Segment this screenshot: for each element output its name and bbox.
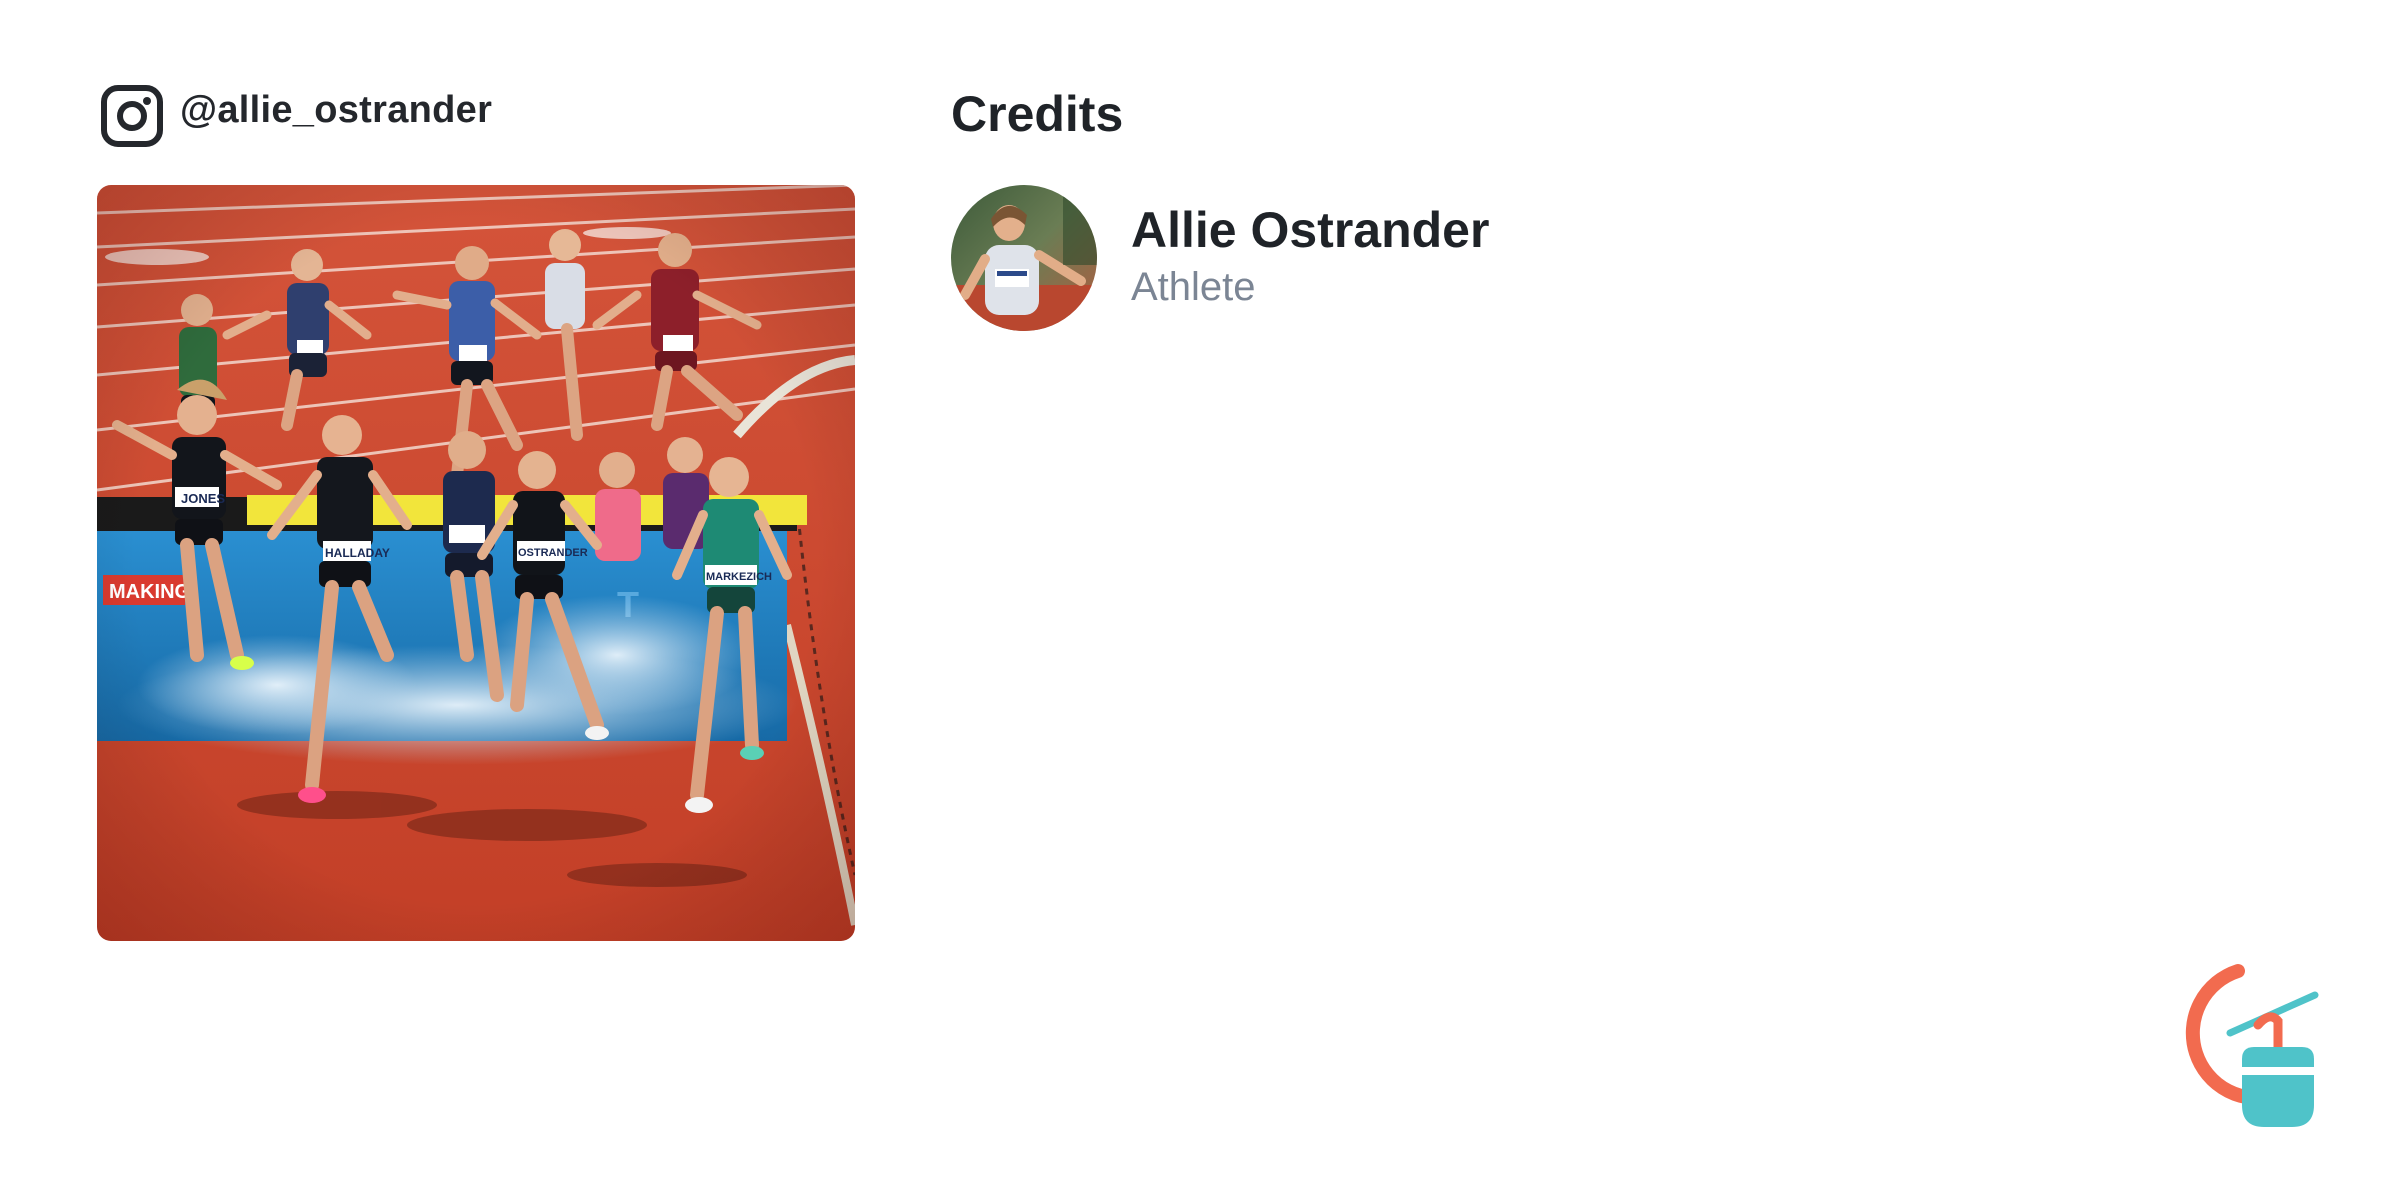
credit-name[interactable]: Allie Ostrander bbox=[1131, 200, 1489, 260]
credit-role: Athlete bbox=[1131, 265, 1256, 309]
credit-person[interactable]: Allie Ostrander Athlete bbox=[951, 185, 1489, 331]
athlete-avatar[interactable] bbox=[951, 185, 1097, 331]
steeplechase-race-photo: MAKING T bbox=[97, 185, 855, 941]
instagram-icon bbox=[101, 85, 163, 147]
instagram-handle[interactable]: @allie_ostrander bbox=[180, 89, 492, 132]
credits-heading: Credits bbox=[951, 86, 1124, 142]
post-photo[interactable]: MAKING T bbox=[97, 185, 855, 941]
gondola-logo-icon[interactable] bbox=[2150, 955, 2340, 1145]
avatar-photo bbox=[951, 185, 1097, 331]
instagram-attribution[interactable]: @allie_ostrander bbox=[100, 84, 492, 148]
brand-logo-graphic bbox=[2185, 964, 2319, 1127]
